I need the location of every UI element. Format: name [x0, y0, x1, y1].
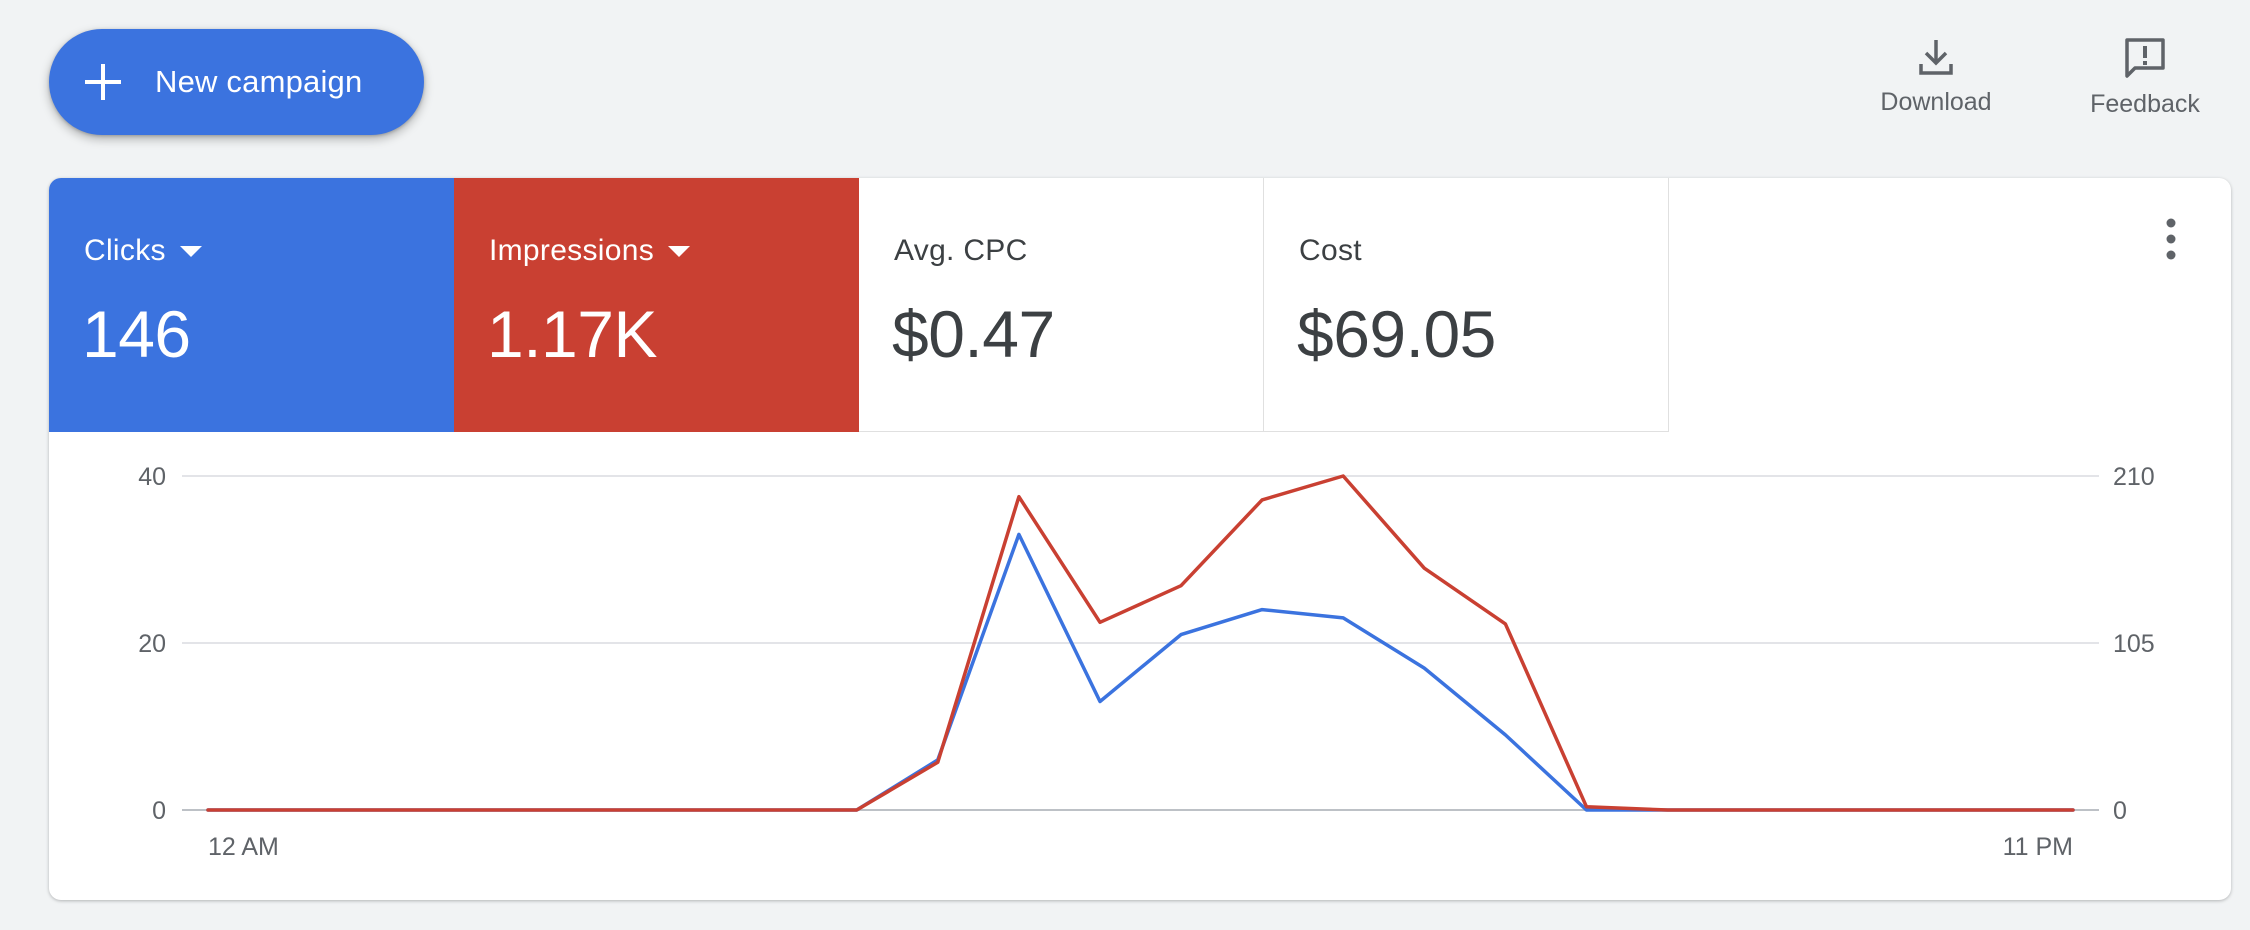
new-campaign-label: New campaign [155, 64, 363, 99]
x-tick-label: 11 PM [2003, 833, 2073, 861]
download-label: Download [1880, 88, 1992, 116]
performance-card: Clicks 146 Impressions 1.17K Avg. CPC $0… [49, 178, 2231, 900]
y-right-tick-label: 105 [2113, 630, 2155, 658]
y-left-tick-label: 0 [152, 797, 166, 825]
feedback-label: Feedback [2090, 90, 2200, 118]
y-right-tick-label: 210 [2113, 463, 2155, 491]
y-right-tick-label: 0 [2113, 797, 2127, 825]
y-left-tick-label: 20 [138, 630, 166, 658]
y-left-tick-label: 40 [138, 463, 166, 491]
series-line-clicks [206, 532, 2075, 812]
plus-icon [85, 64, 121, 100]
x-tick-label: 12 AM [208, 833, 279, 861]
line-chart: 0 20 40 0 105 210 12 AM 11 PM [138, 463, 2155, 861]
new-campaign-button[interactable]: New campaign [49, 29, 424, 135]
feedback-button[interactable]: Feedback [2070, 36, 2220, 119]
download-button[interactable]: Download [1862, 36, 2010, 117]
feedback-icon [2125, 38, 2165, 78]
download-icon [1919, 40, 1953, 75]
